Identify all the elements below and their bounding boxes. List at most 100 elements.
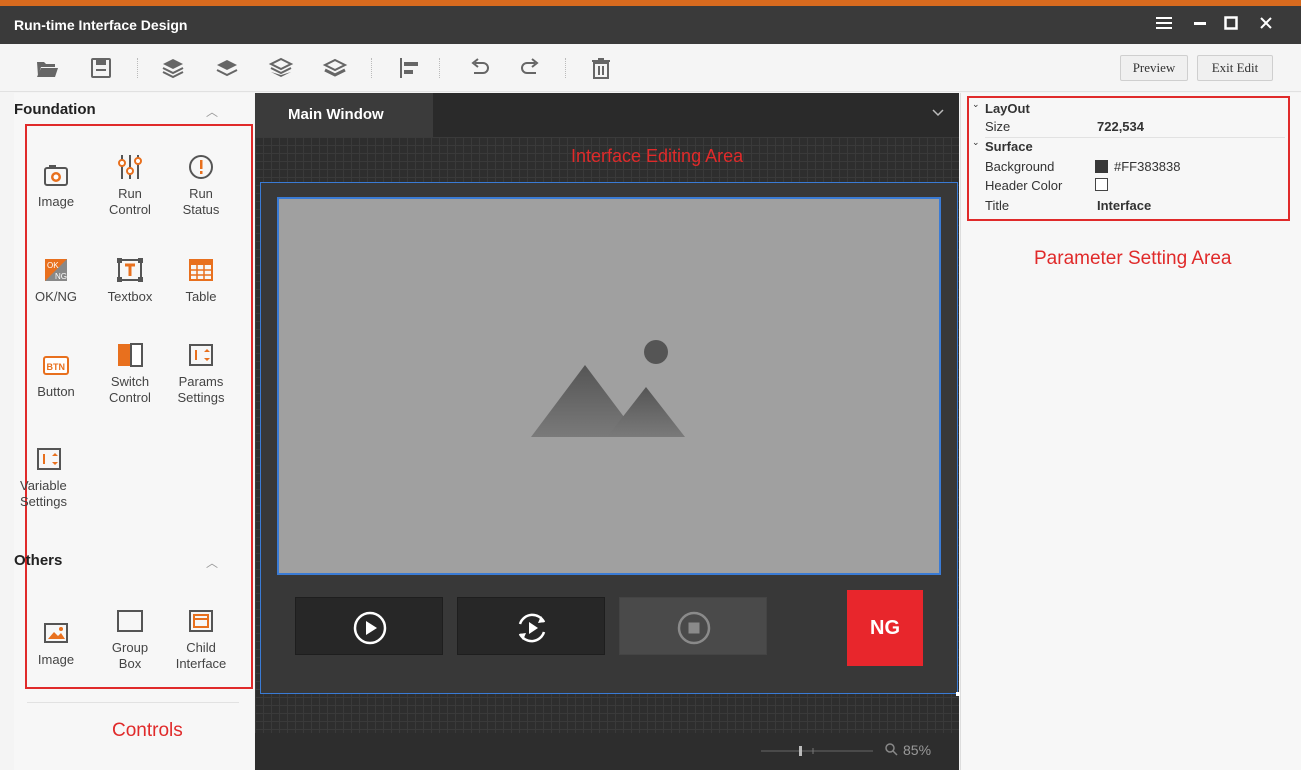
control-label: OK/NG <box>35 289 77 304</box>
control-others-image[interactable]: Image <box>22 618 90 668</box>
control-run-control[interactable]: Run Control <box>96 152 164 218</box>
size-label: Size <box>985 119 1011 134</box>
zoom-slider[interactable] <box>761 743 873 759</box>
control-image[interactable]: Image <box>22 160 90 210</box>
chevron-up-icon[interactable]: ︿ <box>206 103 218 120</box>
control-label: Image <box>37 652 75 667</box>
run-control-icon <box>118 155 142 179</box>
maximize-icon[interactable] <box>1216 12 1246 38</box>
toolbar: Preview Exit Edit <box>0 44 1301 92</box>
interface-editing-area: Main Window Interface Editing Area NG 85… <box>255 93 960 770</box>
tab-main-window[interactable]: Main Window <box>255 93 433 137</box>
bring-forward-icon[interactable] <box>214 55 240 81</box>
stop-button[interactable] <box>619 597 767 655</box>
editor-tab-bar: Main Window <box>255 93 959 137</box>
redo-icon[interactable] <box>518 55 544 81</box>
interface-canvas[interactable]: NG <box>260 182 960 696</box>
control-label: Table <box>185 289 217 304</box>
control-child-interface[interactable]: Child Interface <box>167 606 235 672</box>
title-bar: Run-time Interface Design <box>0 6 1301 44</box>
camera-icon <box>44 165 68 186</box>
header-color-label: Header Color <box>985 178 1063 193</box>
ng-status-indicator: NG <box>847 590 923 666</box>
control-label: Image <box>37 194 75 209</box>
image-display-control[interactable] <box>277 197 941 575</box>
zoom-search-icon[interactable] <box>884 742 898 759</box>
controls-annotation: Controls <box>112 720 183 741</box>
undo-icon[interactable] <box>466 55 492 81</box>
surface-section-title[interactable]: Surface <box>985 139 1033 154</box>
background-label: Background <box>985 159 1055 174</box>
divider <box>27 702 239 703</box>
send-to-back-icon[interactable] <box>322 55 348 81</box>
run-status-icon <box>189 155 213 179</box>
background-color-swatch[interactable] <box>1095 160 1108 173</box>
zoom-level: 85% <box>903 742 932 758</box>
control-ok-ng[interactable]: OK NG OK/NG <box>22 255 90 305</box>
background-value[interactable]: #FF383838 <box>1114 159 1181 174</box>
chevron-down-icon[interactable]: ⌄ <box>972 99 980 110</box>
header-color-swatch[interactable] <box>1095 178 1108 191</box>
control-label: Textbox <box>107 289 153 304</box>
title-value[interactable]: Interface <box>1097 198 1151 213</box>
control-label: Params Settings <box>177 374 225 405</box>
play-icon <box>353 611 387 645</box>
chevron-up-icon[interactable]: ︿ <box>206 554 218 571</box>
size-value[interactable]: 722,534 <box>1097 119 1144 134</box>
run-continuous-button[interactable] <box>457 597 605 655</box>
control-params-settings[interactable]: Params Settings <box>167 340 235 406</box>
control-textbox[interactable]: Textbox <box>96 255 164 305</box>
others-group-header[interactable]: Others ︿ <box>14 552 234 576</box>
zoom-bar: 85% <box>255 733 959 770</box>
switch-icon <box>118 343 143 367</box>
child-interface-icon <box>189 610 213 632</box>
minimize-icon[interactable] <box>1185 12 1215 38</box>
chevron-down-icon[interactable]: ⌄ <box>972 137 980 148</box>
svg-text:OK: OK <box>47 261 59 270</box>
control-switch[interactable]: Switch Control <box>96 340 164 406</box>
chevron-down-icon[interactable] <box>931 105 945 124</box>
control-label: Switch Control <box>109 374 151 405</box>
table-icon <box>189 259 213 281</box>
send-backward-icon[interactable] <box>268 55 294 81</box>
app-window: Run-time Interface Design Preview Exit E… <box>0 0 1301 770</box>
others-title: Others <box>14 552 63 569</box>
control-group-box[interactable]: Group Box <box>96 606 164 672</box>
control-button[interactable]: BTN Button <box>22 350 90 400</box>
control-variable-settings[interactable]: Variable Settings <box>20 444 90 510</box>
svg-text:NG: NG <box>55 272 67 281</box>
save-icon[interactable] <box>88 55 114 81</box>
ok-ng-icon: OK NG <box>45 259 67 281</box>
editing-area-annotation: Interface Editing Area <box>571 146 744 166</box>
control-table[interactable]: Table <box>167 255 235 305</box>
bring-to-front-icon[interactable] <box>160 55 186 81</box>
image-placeholder-icon <box>531 340 685 437</box>
control-run-status[interactable]: Run Status <box>167 152 235 218</box>
textbox-icon <box>117 258 143 282</box>
foundation-group-header[interactable]: Foundation ︿ <box>14 101 234 125</box>
close-icon[interactable] <box>1251 12 1281 38</box>
control-label: Run Status <box>182 186 220 217</box>
layout-section-title[interactable]: LayOut <box>985 101 1030 116</box>
control-label: Button <box>37 384 75 399</box>
parameter-area-annotation: Parameter Setting Area <box>1034 248 1232 269</box>
picture-icon <box>44 623 68 643</box>
toolbar-separator <box>137 58 138 78</box>
divider <box>985 137 1285 138</box>
loop-run-icon <box>518 613 546 643</box>
menu-icon[interactable] <box>1149 12 1179 38</box>
control-label: Child Interface <box>175 640 227 671</box>
toolbar-separator <box>439 58 440 78</box>
svg-text:BTN: BTN <box>47 362 66 372</box>
window-title: Run-time Interface Design <box>14 17 188 33</box>
group-box-icon <box>117 610 143 632</box>
params-icon <box>189 344 213 366</box>
align-icon[interactable] <box>396 55 422 81</box>
delete-icon[interactable] <box>588 55 614 81</box>
open-folder-icon[interactable] <box>34 55 60 81</box>
toolbar-separator <box>565 58 566 78</box>
run-once-button[interactable] <box>295 597 443 655</box>
exit-edit-button[interactable]: Exit Edit <box>1197 55 1273 81</box>
title-label: Title <box>985 198 1010 213</box>
preview-button[interactable]: Preview <box>1120 55 1188 81</box>
